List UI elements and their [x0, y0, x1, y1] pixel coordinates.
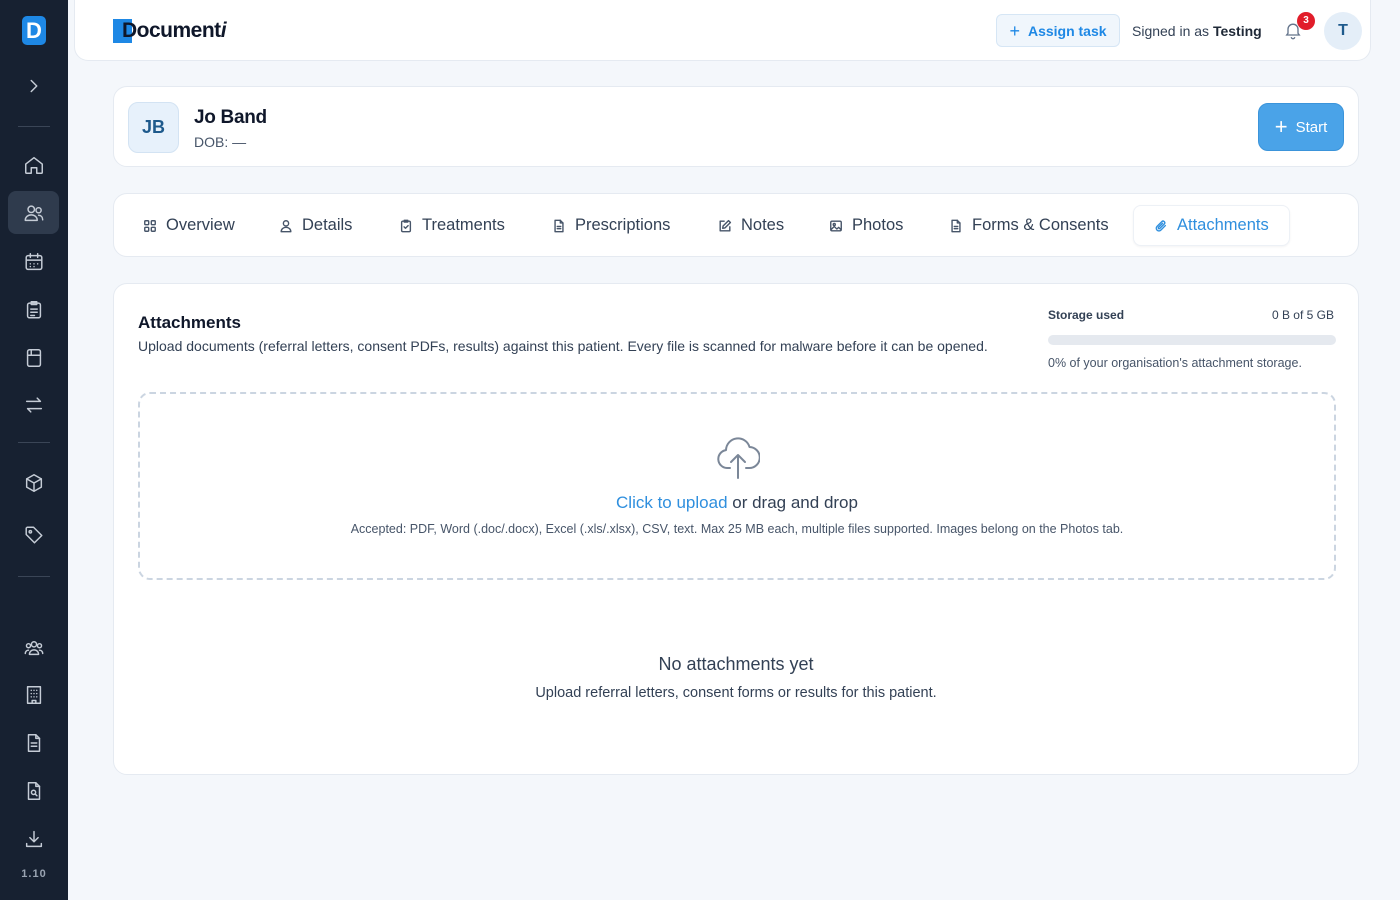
top-header: Documenti + Assign task Signed in as Tes…: [74, 0, 1371, 61]
paperclip-icon: [1155, 219, 1167, 232]
tab-attachments[interactable]: Attachments: [1133, 205, 1290, 246]
assign-task-button[interactable]: + Assign task: [996, 14, 1120, 47]
sidebar-divider: [18, 126, 50, 127]
app-logo[interactable]: D: [22, 16, 46, 45]
notifications-button[interactable]: 3: [1283, 12, 1315, 42]
patient-dob: DOB: —: [194, 134, 247, 150]
tab-prescriptions[interactable]: Prescriptions: [552, 205, 670, 246]
patient-tabs: Overview Details Treatments Prescription…: [113, 193, 1359, 257]
storage-value: 0 B of 5 GB: [1271, 308, 1334, 322]
storage-progress-bar: [1048, 335, 1336, 345]
edit-icon: [719, 219, 732, 232]
tab-label: Overview: [166, 216, 235, 234]
team-icon: [24, 640, 43, 655]
sidebar-item-forms[interactable]: [8, 336, 59, 379]
tab-label: Notes: [741, 216, 785, 234]
sidebar-divider: [18, 442, 50, 443]
chevron-right-icon: [30, 79, 37, 92]
form-icon: [26, 348, 41, 367]
brand-name: Documenti: [122, 19, 227, 42]
storage-label: Storage used: [1048, 308, 1125, 322]
click-to-upload-link[interactable]: Click to upload: [616, 493, 728, 512]
sidebar-item-organisation[interactable]: [8, 673, 59, 716]
file-text-icon: [951, 219, 961, 232]
building-icon: [26, 685, 41, 704]
upload-prompt: Click to upload or drag and drop: [140, 493, 1334, 513]
user-avatar[interactable]: T: [1324, 12, 1362, 50]
start-label: Start: [1295, 118, 1328, 136]
file-icon: [554, 219, 564, 232]
box-icon: [25, 473, 42, 492]
patient-name: Jo Band: [194, 107, 267, 128]
sidebar-divider: [18, 576, 50, 577]
plus-icon: +: [1009, 20, 1020, 41]
sidebar-item-calendar[interactable]: [8, 240, 59, 283]
person-icon: [280, 219, 292, 232]
tab-label: Treatments: [422, 216, 505, 234]
sidebar-item-tags[interactable]: [8, 513, 59, 556]
tab-notes[interactable]: Notes: [718, 205, 784, 246]
tab-label: Forms & Consents: [972, 216, 1109, 234]
tab-photos[interactable]: Photos: [829, 205, 903, 246]
sidebar-item-home[interactable]: [8, 143, 59, 186]
calendar-icon: [24, 252, 43, 270]
sidebar: D 1.10: [0, 0, 68, 900]
document-icon: [27, 733, 40, 752]
assign-task-label: Assign task: [1027, 22, 1107, 39]
tab-forms-consents[interactable]: Forms & Consents: [949, 205, 1109, 246]
tab-details[interactable]: Details: [279, 205, 352, 246]
plus-icon: +: [1274, 114, 1288, 139]
tag-icon: [24, 525, 43, 544]
signed-in-status: Signed in as Testing: [1132, 23, 1262, 39]
sidebar-item-document-search[interactable]: [8, 769, 59, 812]
sidebar-item-transfers[interactable]: [8, 383, 59, 426]
sidebar-item-documents[interactable]: [8, 721, 59, 764]
accepted-files-note: Accepted: PDF, Word (.doc/.docx), Excel …: [350, 522, 1124, 536]
sidebar-item-team[interactable]: [8, 626, 59, 669]
signed-in-user: Testing: [1212, 23, 1262, 39]
sidebar-item-download[interactable]: [8, 817, 59, 860]
attachments-panel: Attachments Upload documents (referral l…: [113, 283, 1359, 775]
tab-overview[interactable]: Overview: [143, 205, 235, 246]
storage-note: 0% of your organisation's attachment sto…: [1048, 356, 1302, 370]
tab-label: Photos: [852, 216, 904, 234]
tab-treatments[interactable]: Treatments: [399, 205, 505, 246]
start-button[interactable]: + Start: [1258, 103, 1344, 151]
brand-logo[interactable]: Documenti: [113, 18, 227, 44]
empty-state-title: No attachments yet: [658, 654, 814, 674]
attachments-description: Upload documents (referral letters, cons…: [138, 338, 988, 354]
notification-count-badge: 3: [1297, 12, 1315, 30]
home-icon: [24, 156, 43, 174]
patient-avatar: JB: [128, 102, 179, 153]
tab-label: Attachments: [1177, 216, 1269, 234]
sidebar-item-clipboard[interactable]: [8, 288, 59, 331]
upload-dropzone[interactable]: Click to upload or drag and drop Accepte…: [138, 392, 1336, 580]
attachments-title: Attachments: [138, 313, 241, 332]
grid-icon: [144, 219, 156, 232]
drag-drop-text: or drag and drop: [732, 493, 858, 512]
sidebar-item-patients[interactable]: [8, 191, 59, 234]
clipboard-icon: [26, 300, 41, 319]
tab-label: Details: [302, 216, 353, 234]
clipboard-check-icon: [400, 219, 412, 232]
patient-card: JB Jo Band DOB: — + Start: [113, 86, 1359, 167]
cloud-upload-icon: [716, 434, 761, 480]
document-search-icon: [27, 781, 40, 800]
download-icon: [25, 830, 42, 847]
empty-state-description: Upload referral letters, consent forms o…: [535, 685, 937, 701]
transfer-icon: [25, 396, 42, 413]
tab-label: Prescriptions: [575, 216, 671, 234]
expand-sidebar-button[interactable]: [8, 64, 59, 107]
sidebar-item-inventory[interactable]: [8, 461, 59, 504]
users-icon: [24, 204, 43, 221]
image-icon: [830, 219, 842, 232]
app-version: 1.10: [21, 868, 47, 880]
